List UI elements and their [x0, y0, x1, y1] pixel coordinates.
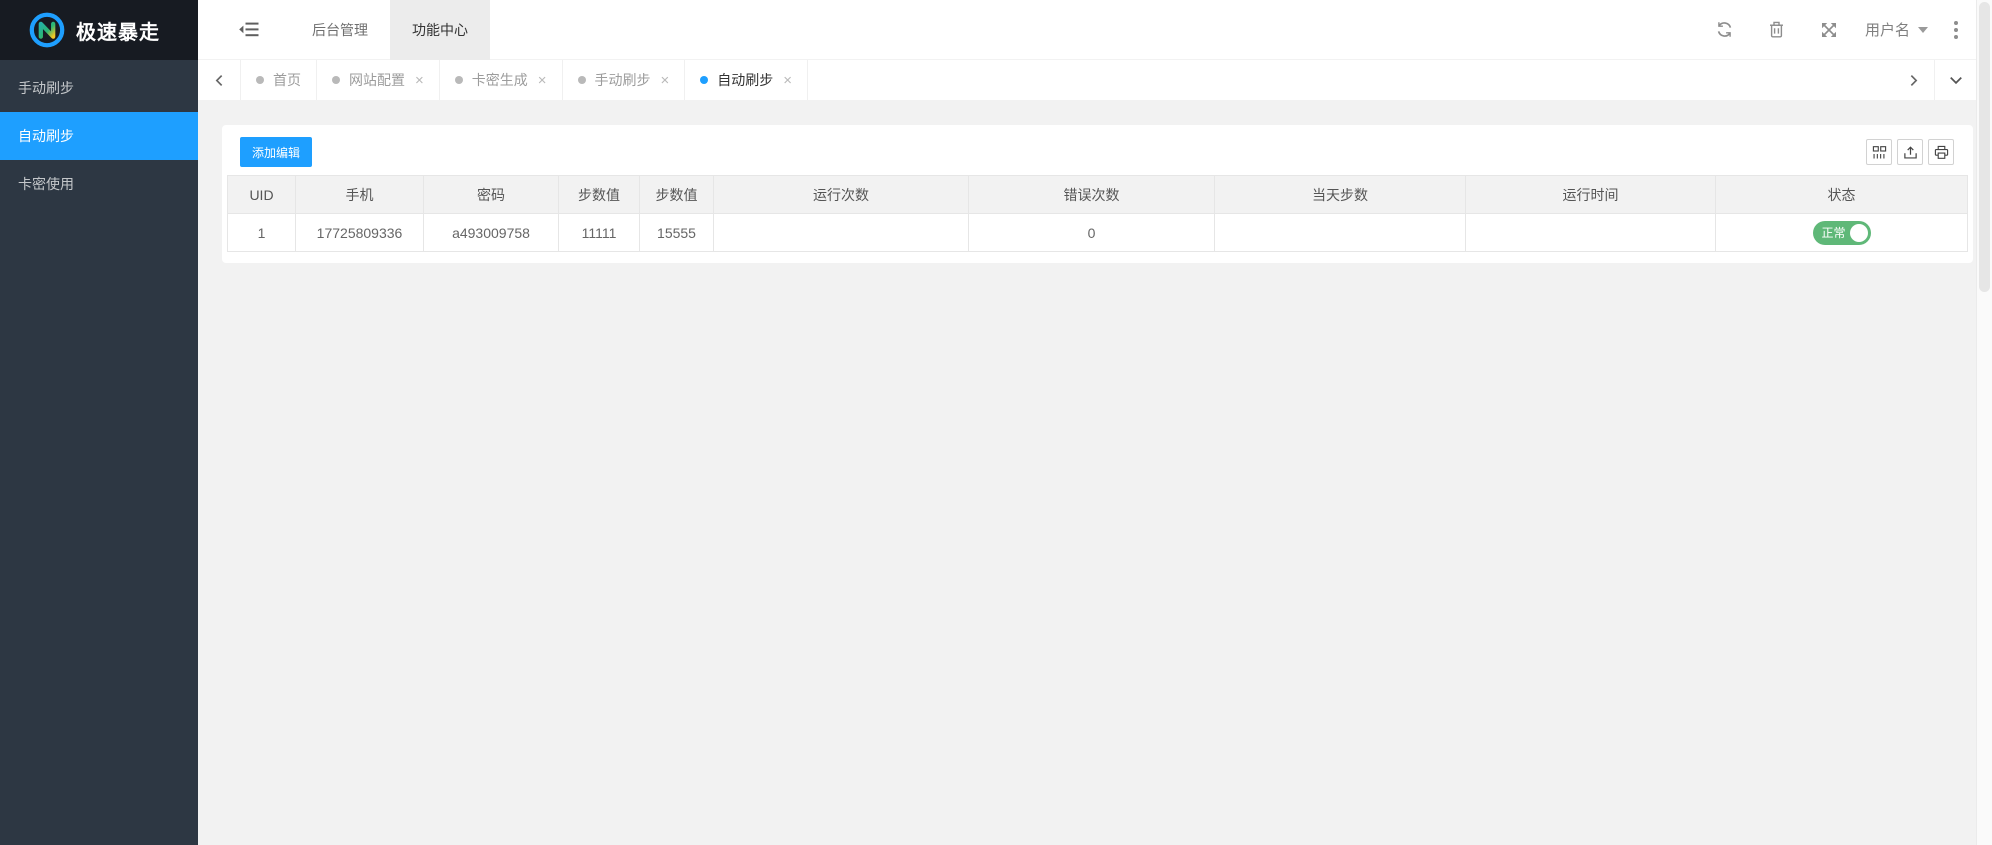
cell-phone: 17725809336 — [295, 213, 424, 252]
refresh-button[interactable] — [1699, 0, 1751, 60]
tabs-scroll-left-button[interactable] — [198, 60, 240, 100]
more-vertical-icon — [1954, 20, 1958, 25]
print-icon — [1934, 145, 1949, 160]
topnav-item-backend[interactable]: 后台管理 — [290, 0, 390, 60]
close-tab-icon[interactable]: × — [661, 73, 670, 88]
print-button[interactable] — [1928, 139, 1954, 165]
col-password: 密码 — [423, 175, 559, 214]
tab-label: 首页 — [273, 72, 301, 88]
app-root: 极速暴走 手动刷步 自动刷步 卡密使用 后台管理 功能中心 用户名 首页 网站配… — [0, 0, 1992, 845]
fullscreen-icon — [1821, 22, 1837, 38]
cell-password: a493009758 — [423, 213, 559, 252]
tab-dot-icon — [256, 76, 264, 84]
tab-card-generate[interactable]: 卡密生成 × — [439, 60, 563, 100]
col-uid: UID — [227, 175, 296, 214]
collapse-sidebar-button[interactable] — [238, 0, 260, 60]
data-table: UID 手机 密码 步数值 步数值 运行次数 错误次数 当天步数 运行时间 状态 — [227, 175, 1968, 252]
logo-icon — [28, 11, 66, 49]
tab-site-config[interactable]: 网站配置 × — [317, 60, 440, 100]
username-label: 用户名 — [1864, 22, 1910, 39]
cell-run-count — [713, 213, 969, 252]
add-edit-button[interactable]: 添加编辑 — [240, 137, 313, 167]
clear-cache-button[interactable] — [1751, 0, 1803, 60]
export-button[interactable] — [1897, 139, 1923, 165]
tabs-strip: 首页 网站配置 × 卡密生成 × 手动刷步 × 自动刷步 × — [240, 60, 809, 100]
tab-label: 网站配置 — [349, 72, 405, 88]
more-options-button[interactable] — [1938, 0, 1974, 60]
status-toggle-knob — [1849, 223, 1868, 242]
topnav-item-function-center[interactable]: 功能中心 — [390, 0, 490, 60]
card-toolbar: 添加编辑 — [222, 125, 1973, 167]
table-header-row: UID 手机 密码 步数值 步数值 运行次数 错误次数 当天步数 运行时间 状态 — [227, 175, 1968, 214]
table-container: UID 手机 密码 步数值 步数值 运行次数 错误次数 当天步数 运行时间 状态 — [222, 167, 1973, 263]
export-icon — [1903, 145, 1918, 160]
cell-status: 正常 — [1715, 213, 1968, 252]
col-phone: 手机 — [295, 175, 424, 214]
chevron-right-icon — [1907, 74, 1920, 87]
col-run-time: 运行时间 — [1465, 175, 1716, 214]
fullscreen-button[interactable] — [1803, 0, 1855, 60]
sidebar-item-manual-steps[interactable]: 手动刷步 — [0, 64, 198, 112]
vertical-scrollbar[interactable] — [1976, 0, 1992, 845]
tab-auto-steps[interactable]: 自动刷步 × — [685, 60, 809, 100]
collapse-sidebar-icon — [239, 22, 259, 37]
close-tab-icon[interactable]: × — [783, 73, 792, 88]
tabs-scroll-right-button[interactable] — [1892, 60, 1934, 100]
cell-error-count: 0 — [968, 213, 1215, 252]
col-error-count: 错误次数 — [968, 175, 1215, 214]
tab-manual-steps[interactable]: 手动刷步 × — [562, 60, 686, 100]
col-run-count: 运行次数 — [713, 175, 969, 214]
trash-icon — [1769, 21, 1784, 38]
col-status: 状态 — [1715, 175, 1968, 214]
tab-dot-icon — [700, 76, 709, 84]
tab-label: 自动刷步 — [717, 72, 774, 88]
close-tab-icon[interactable]: × — [538, 73, 547, 88]
tabbar-spacer — [808, 60, 1892, 100]
cell-step-max: 15555 — [639, 213, 714, 252]
tab-dot-icon — [332, 76, 340, 84]
cell-step-min: 11111 — [558, 213, 640, 252]
cell-uid: 1 — [227, 213, 296, 252]
status-toggle[interactable]: 正常 — [1812, 220, 1871, 245]
tab-dot-icon — [577, 76, 586, 84]
chevron-down-icon — [1918, 26, 1928, 33]
tabbar: 首页 网站配置 × 卡密生成 × 手动刷步 × 自动刷步 × — [198, 60, 1992, 100]
table-row: 1 17725809336 a493009758 11111 15555 0 正… — [227, 213, 1968, 252]
chevron-down-icon — [1949, 73, 1963, 87]
columns-grid-icon — [1872, 145, 1887, 160]
table-tools — [1866, 139, 1954, 165]
col-step-max: 步数值 — [639, 175, 714, 214]
main-area: 后台管理 功能中心 用户名 首页 网站配置 × 卡密生成 × 手动刷步 × 自动… — [198, 0, 1992, 845]
chevron-left-icon — [213, 74, 226, 87]
tabs-menu-button[interactable] — [1934, 60, 1976, 100]
app-title: 极速暴走 — [76, 21, 160, 44]
cell-run-time — [1465, 213, 1716, 252]
tab-dot-icon — [454, 76, 463, 84]
cell-today-steps — [1214, 213, 1466, 252]
sidebar-item-auto-steps[interactable]: 自动刷步 — [0, 112, 198, 160]
refresh-icon — [1716, 21, 1733, 38]
data-card: 添加编辑 UID 手机 密码 步数值 步数值 运行次数 错误次数 当天步数 运行… — [222, 125, 1973, 263]
col-step-min: 步数值 — [558, 175, 640, 214]
tab-home[interactable]: 首页 — [241, 60, 317, 100]
status-toggle-label: 正常 — [1821, 226, 1846, 240]
topbar: 后台管理 功能中心 用户名 — [198, 0, 1992, 60]
content-area: 添加编辑 UID 手机 密码 步数值 步数值 运行次数 错误次数 当天步数 运行… — [198, 100, 1992, 845]
tab-label: 手动刷步 — [594, 72, 651, 88]
sidebar: 极速暴走 手动刷步 自动刷步 卡密使用 — [0, 0, 198, 845]
close-tab-icon[interactable]: × — [415, 73, 424, 88]
user-menu[interactable]: 用户名 — [1855, 0, 1938, 60]
tab-label: 卡密生成 — [471, 72, 528, 88]
filter-columns-button[interactable] — [1866, 139, 1892, 165]
scrollbar-thumb[interactable] — [1979, 2, 1990, 292]
col-today-steps: 当天步数 — [1214, 175, 1466, 214]
sidebar-item-card-usage[interactable]: 卡密使用 — [0, 160, 198, 208]
sidebar-menu: 手动刷步 自动刷步 卡密使用 — [0, 60, 198, 208]
logo: 极速暴走 — [0, 0, 198, 60]
